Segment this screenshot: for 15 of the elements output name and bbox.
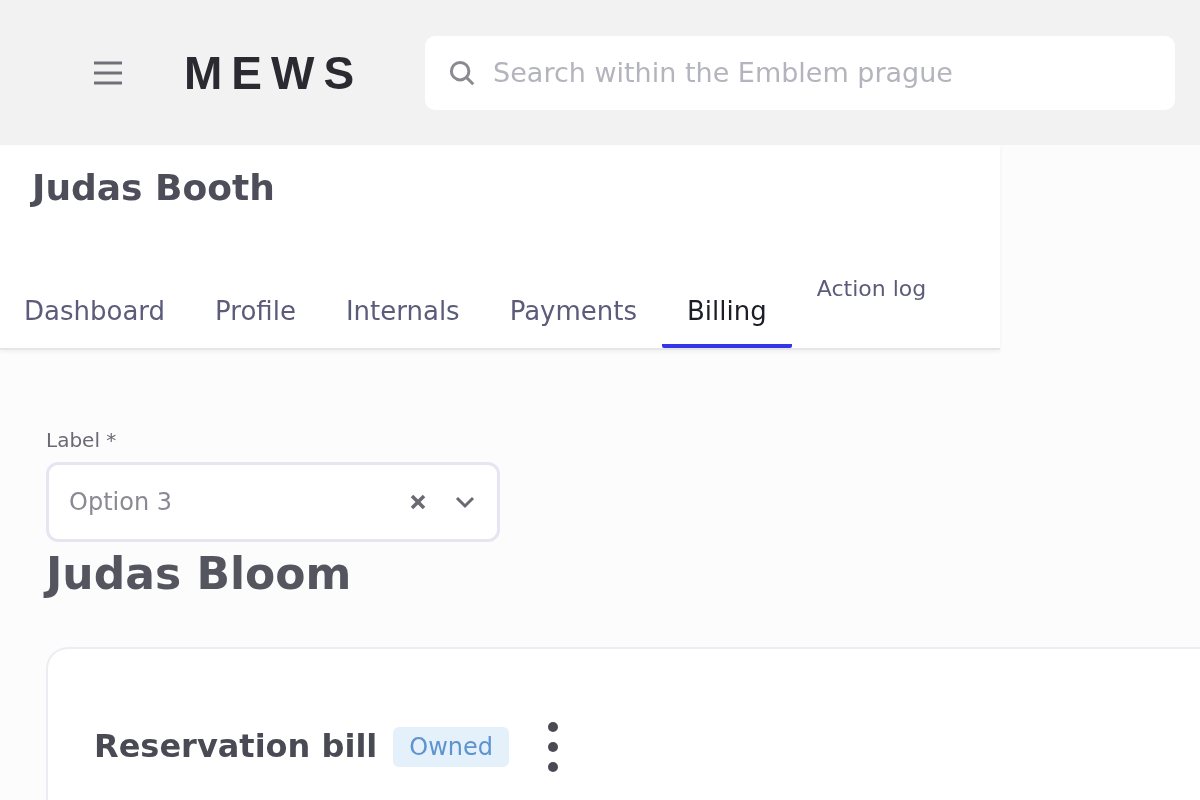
- customer-name: Judas Booth: [29, 166, 276, 210]
- bill-title: Reservation bill: [94, 727, 378, 765]
- search-field[interactable]: Search within the Emblem prague: [425, 35, 1175, 110]
- label-select[interactable]: Option 3: [46, 462, 500, 542]
- clear-icon[interactable]: [409, 493, 427, 511]
- tab[interactable]: Dashboard: [24, 296, 166, 348]
- tab[interactable]: Billing: [662, 296, 792, 348]
- tab[interactable]: Internals: [345, 296, 460, 348]
- tab[interactable]: Action log: [816, 276, 927, 323]
- field-label: Label *: [46, 428, 118, 452]
- status-badge: Owned: [393, 727, 510, 767]
- tab[interactable]: Payments: [509, 296, 638, 348]
- chevron-down-icon[interactable]: [453, 494, 477, 510]
- tab[interactable]: Profile: [215, 296, 296, 348]
- logo: MEWS: [184, 45, 364, 100]
